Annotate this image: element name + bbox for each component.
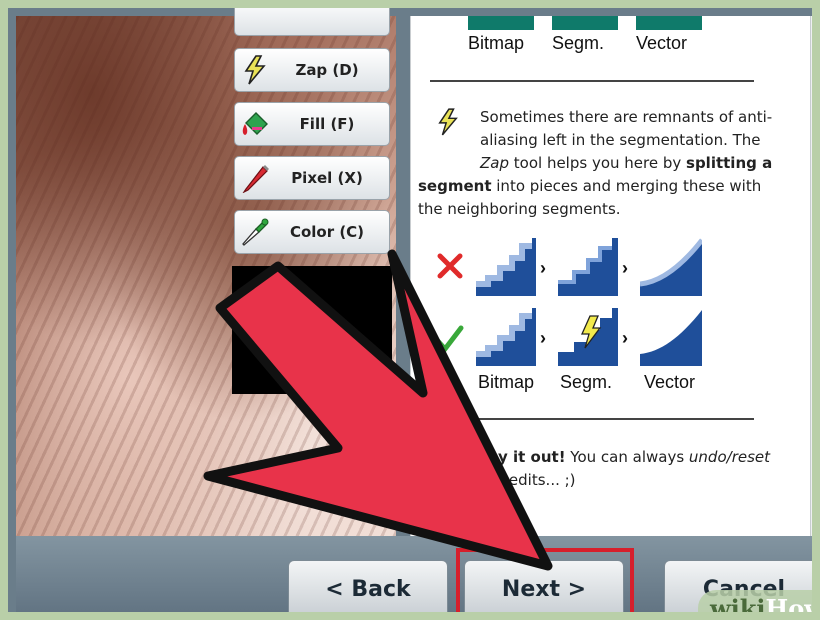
scroll-down-arrow-icon[interactable]: ▼ (811, 522, 812, 532)
watermark-how: How (765, 594, 820, 620)
red-pointer-arrow-icon (203, 249, 553, 571)
screen-frame: Zap (D) Fill (F) Pixel (X) Color (C) Bit… (0, 0, 820, 620)
wikihow-watermark: wikiHow (698, 590, 820, 620)
watermark-wiki: wiki (710, 594, 766, 620)
